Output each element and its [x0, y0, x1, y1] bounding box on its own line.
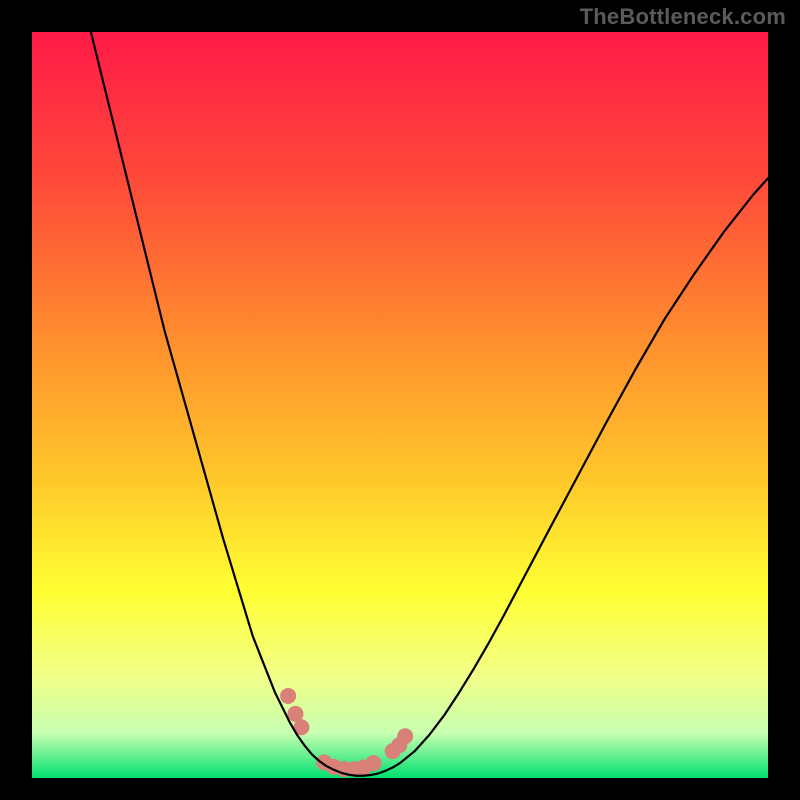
- marker-dots-group: [280, 688, 413, 777]
- bottleneck-curve: [91, 32, 768, 776]
- marker-dot: [397, 728, 413, 744]
- plot-area: [32, 32, 768, 778]
- marker-dot: [366, 755, 382, 771]
- watermark-text: TheBottleneck.com: [580, 4, 786, 30]
- outer-frame: TheBottleneck.com: [0, 0, 800, 800]
- curve-layer: [32, 32, 768, 778]
- marker-dot: [280, 688, 296, 704]
